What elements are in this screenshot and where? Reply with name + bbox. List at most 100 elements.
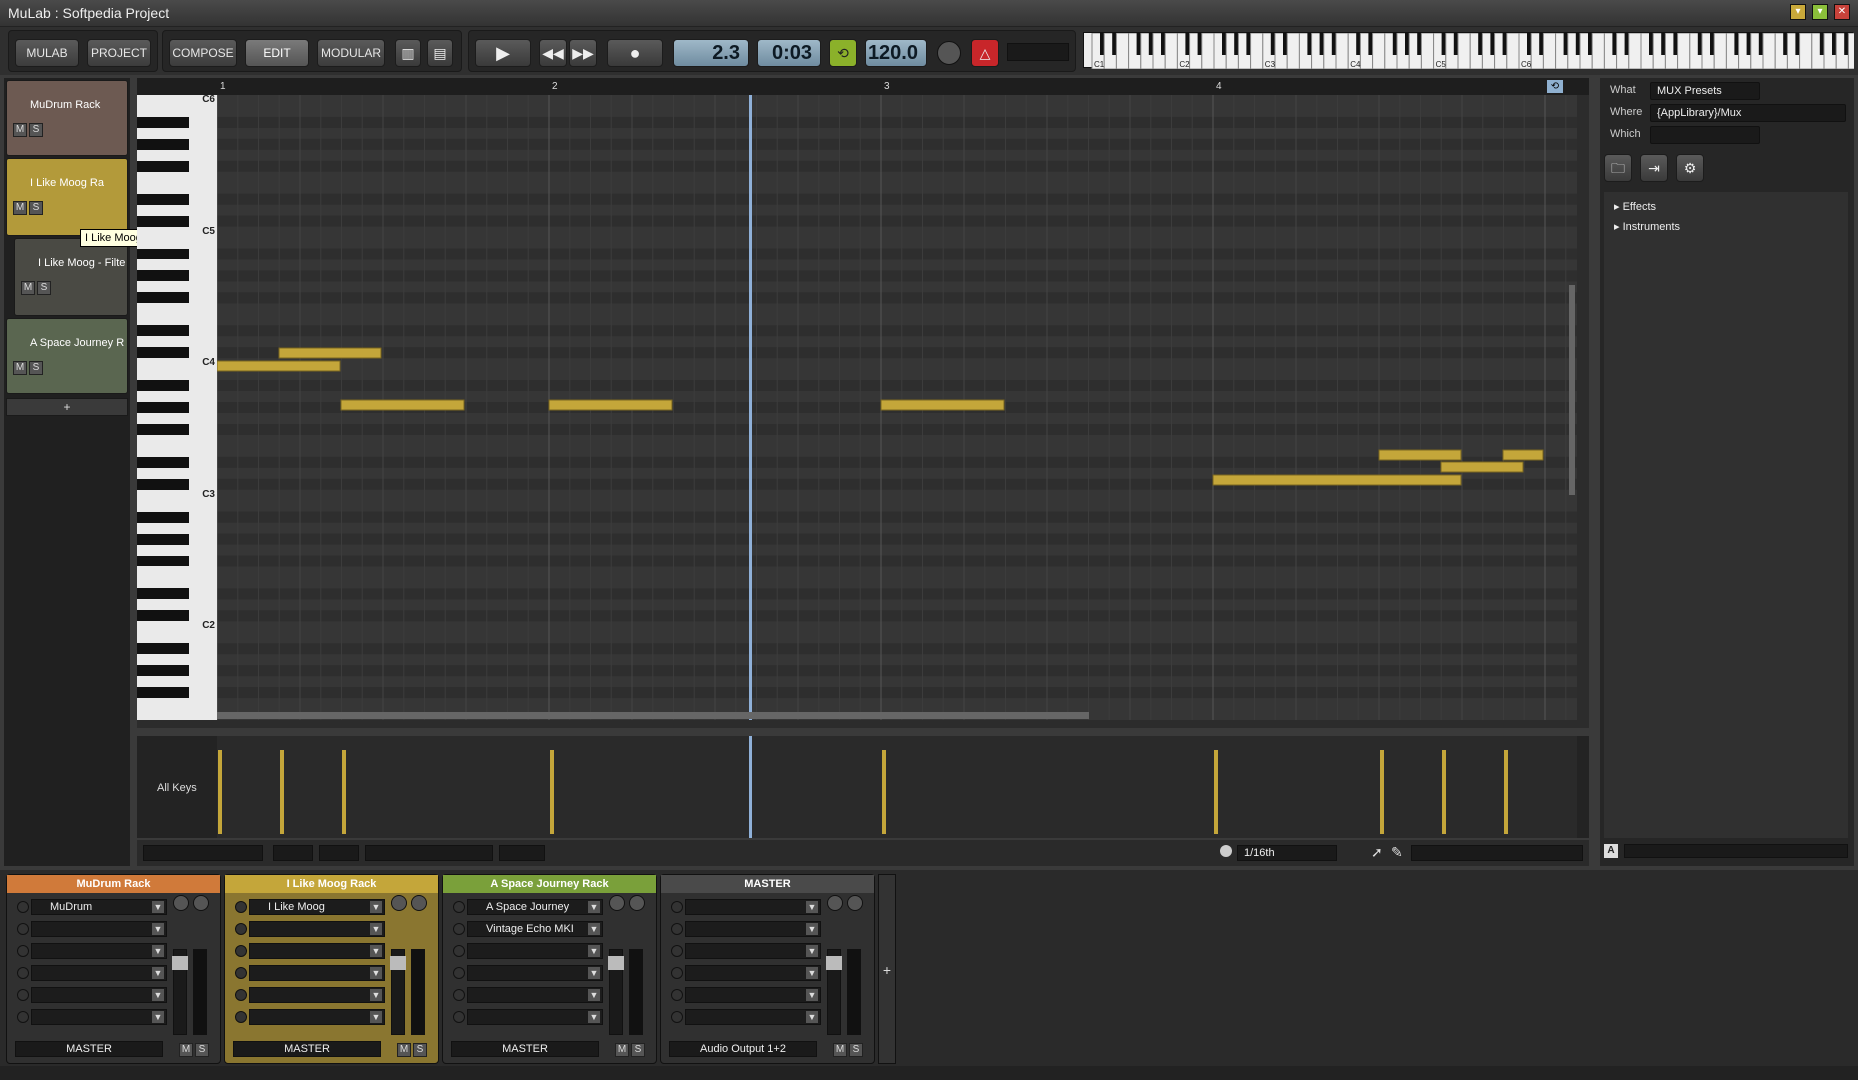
slot-dropdown-icon[interactable]: ▼ — [152, 1011, 164, 1023]
track-1[interactable]: MuDrum Rack M S — [6, 80, 128, 156]
note-grid[interactable] — [217, 95, 1577, 720]
velocity-bar[interactable] — [218, 750, 222, 834]
insert-slot[interactable]: MuDrum ▼ — [31, 899, 167, 915]
insert-slot[interactable]: ▼ — [249, 965, 385, 981]
roll-h-scrollbar[interactable] — [217, 712, 1089, 719]
mixer-view-icon[interactable]: ▥ — [395, 39, 421, 67]
fader-handle[interactable] — [826, 956, 842, 970]
slot-dropdown-icon[interactable]: ▼ — [588, 945, 600, 957]
pan-knob-icon[interactable] — [629, 895, 645, 911]
black-key[interactable] — [137, 423, 189, 435]
midi-note[interactable] — [1440, 461, 1524, 473]
insert-slot[interactable]: ▼ — [467, 965, 603, 981]
insert-slot[interactable]: ▼ — [685, 987, 821, 1003]
snap-toggle-icon[interactable] — [1220, 845, 1232, 857]
add-track-button[interactable]: + — [6, 398, 128, 416]
black-key[interactable] — [137, 325, 189, 337]
offset-field[interactable] — [319, 845, 359, 861]
rewind-icon[interactable]: ◀◀ — [539, 39, 567, 67]
mute-button[interactable]: M — [13, 361, 27, 375]
maximize-button[interactable]: ▾ — [1812, 4, 1828, 20]
compose-button[interactable]: COMPOSE — [169, 39, 237, 67]
output-select[interactable]: MASTER — [233, 1041, 381, 1057]
fader-handle[interactable] — [608, 956, 624, 970]
insert-slot[interactable]: ▼ — [31, 921, 167, 937]
slot-dropdown-icon[interactable]: ▼ — [806, 923, 818, 935]
volume-knob-icon[interactable] — [391, 895, 407, 911]
velocity-bar[interactable] — [280, 750, 284, 834]
playhead[interactable] — [749, 95, 752, 720]
slot-dropdown-icon[interactable]: ▼ — [370, 967, 382, 979]
slot-dropdown-icon[interactable]: ▼ — [152, 901, 164, 913]
length-field[interactable] — [273, 845, 313, 861]
time-display[interactable]: 0:03 — [757, 39, 821, 67]
black-key[interactable] — [137, 193, 189, 205]
black-key[interactable] — [137, 588, 189, 600]
black-key[interactable] — [137, 511, 189, 523]
velocity-bar[interactable] — [1442, 750, 1446, 834]
pencil-tool-icon[interactable]: ✎ — [1391, 844, 1403, 861]
slot-dropdown-icon[interactable]: ▼ — [152, 945, 164, 957]
slot-power-icon[interactable] — [235, 989, 247, 1001]
mode-select[interactable] — [499, 845, 545, 861]
fader-handle[interactable] — [172, 956, 188, 970]
track-3[interactable]: I Like Moog - Filte M S — [14, 238, 128, 316]
mute-button[interactable]: M — [13, 201, 27, 215]
output-select[interactable]: MASTER — [451, 1041, 599, 1057]
insert-slot[interactable]: ▼ — [685, 965, 821, 981]
slot-dropdown-icon[interactable]: ▼ — [370, 1011, 382, 1023]
slot-power-icon[interactable] — [671, 945, 683, 957]
slot-power-icon[interactable] — [453, 1011, 465, 1023]
black-key[interactable] — [137, 643, 189, 655]
black-key[interactable] — [137, 402, 189, 413]
which-field[interactable] — [1650, 126, 1760, 144]
pan-knob-icon[interactable] — [411, 895, 427, 911]
where-field[interactable]: {AppLibrary}/Mux — [1650, 104, 1846, 122]
play-icon[interactable]: ▶ — [475, 39, 531, 67]
edit-button[interactable]: EDIT — [245, 39, 309, 67]
slot-power-icon[interactable] — [235, 923, 247, 935]
slot-power-icon[interactable] — [671, 1011, 683, 1023]
pan-knob-icon[interactable] — [847, 895, 863, 911]
velocity-lane[interactable]: All Keys — [137, 736, 1589, 838]
insert-slot[interactable]: ▼ — [31, 987, 167, 1003]
insert-slot[interactable]: ▼ — [467, 943, 603, 959]
what-field[interactable]: MUX Presets — [1650, 82, 1760, 100]
slot-power-icon[interactable] — [453, 901, 465, 913]
fader-track[interactable] — [390, 949, 406, 1035]
slot-power-icon[interactable] — [17, 967, 29, 979]
volume-knob-icon[interactable] — [173, 895, 189, 911]
browser-scrollbar[interactable] — [1624, 844, 1848, 858]
solo-button[interactable]: S — [631, 1043, 645, 1057]
slot-dropdown-icon[interactable]: ▼ — [588, 923, 600, 935]
loop-icon[interactable]: ⟲ — [829, 39, 857, 67]
mute-button[interactable]: M — [179, 1043, 193, 1057]
black-key[interactable] — [137, 347, 189, 359]
black-key[interactable] — [137, 160, 189, 172]
black-key[interactable] — [137, 610, 189, 622]
midi-note[interactable] — [340, 399, 465, 411]
main-horizontal-scrollbar[interactable] — [0, 1066, 1858, 1080]
solo-button[interactable]: S — [29, 123, 43, 137]
solo-button[interactable]: S — [413, 1043, 427, 1057]
black-key[interactable] — [137, 248, 189, 260]
insert-slot[interactable]: ▼ — [685, 943, 821, 959]
slot-power-icon[interactable] — [453, 967, 465, 979]
insert-slot[interactable]: ▼ — [685, 1009, 821, 1025]
slot-power-icon[interactable] — [453, 923, 465, 935]
solo-button[interactable]: S — [195, 1043, 209, 1057]
tree-item-effects[interactable]: ▸ Effects — [1614, 200, 1656, 213]
velocity-bars[interactable] — [217, 736, 1577, 838]
midi-note[interactable] — [217, 360, 341, 372]
mute-button[interactable]: M — [615, 1043, 629, 1057]
add-strip-button[interactable]: + — [878, 874, 896, 1064]
slot-dropdown-icon[interactable]: ▼ — [588, 901, 600, 913]
solo-button[interactable]: S — [37, 281, 51, 295]
insert-slot[interactable]: I Like Moog ▼ — [249, 899, 385, 915]
pointer-tool-icon[interactable]: ➚ — [1371, 844, 1383, 861]
grid-value-select[interactable]: 1/16th — [1237, 845, 1337, 861]
midi-note[interactable] — [278, 347, 382, 359]
folder-icon[interactable]: 🗀 — [1604, 154, 1632, 182]
insert-slot[interactable]: ▼ — [685, 921, 821, 937]
fader-track[interactable] — [172, 949, 188, 1035]
